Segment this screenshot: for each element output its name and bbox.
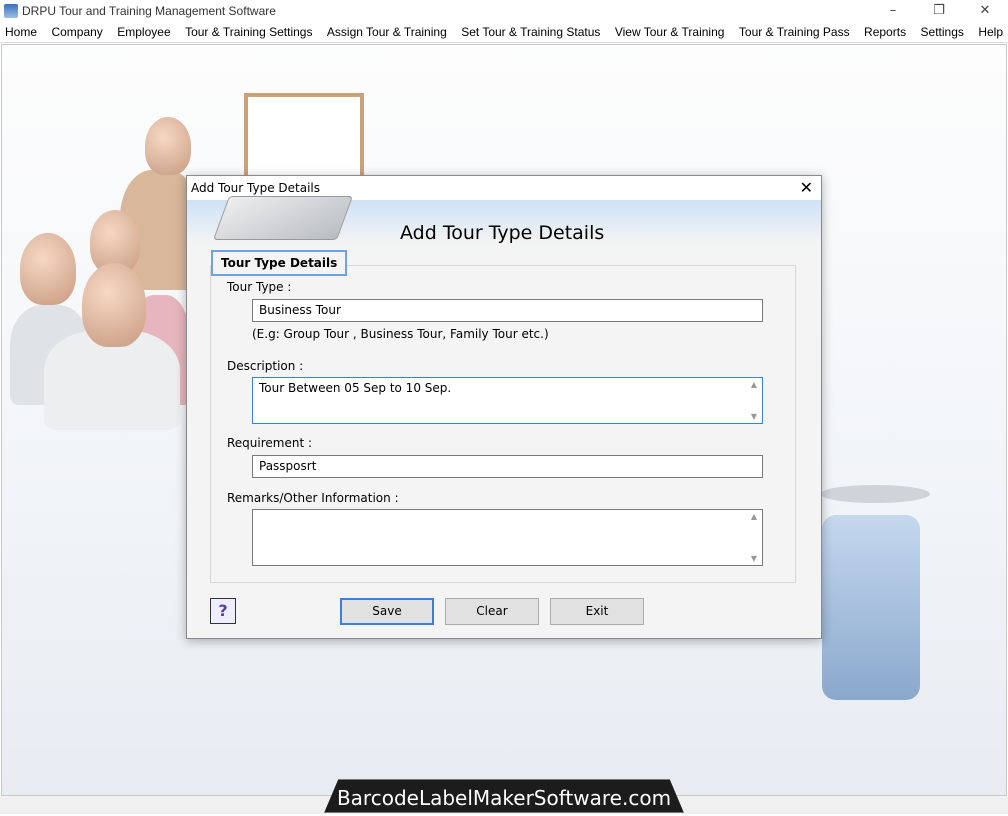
remarks-scrollbar[interactable]: ▲ ▼ [748,512,760,563]
tour-type-hint: (E.g: Group Tour , Business Tour, Family… [252,327,549,341]
description-text: Tour Between 05 Sep to 10 Sep. [259,381,452,395]
menu-employee[interactable]: Employee [114,22,173,42]
help-button[interactable]: ? [210,598,236,624]
tour-type-label: Tour Type : [227,280,292,294]
remarks-textarea[interactable]: ▲ ▼ [252,509,763,566]
menu-home[interactable]: Home [2,22,40,42]
menu-bar: Home Company Employee Tour & Training Se… [0,22,1008,43]
audience-head [20,233,76,305]
menu-assign-tour-training[interactable]: Assign Tour & Training [324,22,450,42]
clear-button[interactable]: Clear [445,598,539,625]
description-textarea[interactable]: Tour Between 05 Sep to 10 Sep. ▲ ▼ [252,377,763,424]
audience-head [82,263,146,347]
menu-settings[interactable]: Settings [918,22,967,42]
description-scrollbar[interactable]: ▲ ▼ [748,380,760,421]
menu-view-tour-training[interactable]: View Tour & Training [612,22,728,42]
book-icon [212,196,354,240]
menu-set-status[interactable]: Set Tour & Training Status [458,22,603,42]
requirement-label: Requirement : [227,436,313,450]
close-button[interactable]: ✕ [962,0,1008,22]
dialog-title: Add Tour Type Details [191,181,321,195]
window-title: DRPU Tour and Training Management Softwa… [22,4,276,18]
title-bar: DRPU Tour and Training Management Softwa… [0,0,1008,22]
group-title: Tour Type Details [211,250,348,276]
dialog-close-button[interactable]: ✕ [800,178,813,197]
save-button[interactable]: Save [340,598,434,625]
menu-reports[interactable]: Reports [861,22,909,42]
menu-tour-training-pass[interactable]: Tour & Training Pass [736,22,853,42]
description-label: Description : [227,359,304,373]
requirement-input[interactable]: Passposrt [252,455,763,478]
exit-button[interactable]: Exit [550,598,644,625]
presenter-head [145,117,191,175]
airplane-illustration [820,485,930,503]
menu-help[interactable]: Help [975,22,1006,42]
app-icon [4,4,18,18]
menu-company[interactable]: Company [48,22,105,42]
luggage-illustration [822,515,920,700]
banner-title: Add Tour Type Details [400,222,605,244]
tour-type-input[interactable]: Business Tour [252,299,763,322]
minimize-button[interactable]: – [870,0,916,22]
add-tour-type-dialog: Add Tour Type Details ✕ Add Tour Type De… [186,175,822,639]
remarks-label: Remarks/Other Information : [227,491,399,505]
watermark-banner: BarcodeLabelMakerSoftware.com [324,779,684,813]
menu-tour-training-settings[interactable]: Tour & Training Settings [182,22,315,42]
dialog-banner: Add Tour Type Details [187,196,821,244]
restore-button[interactable]: ❐ [916,0,962,22]
